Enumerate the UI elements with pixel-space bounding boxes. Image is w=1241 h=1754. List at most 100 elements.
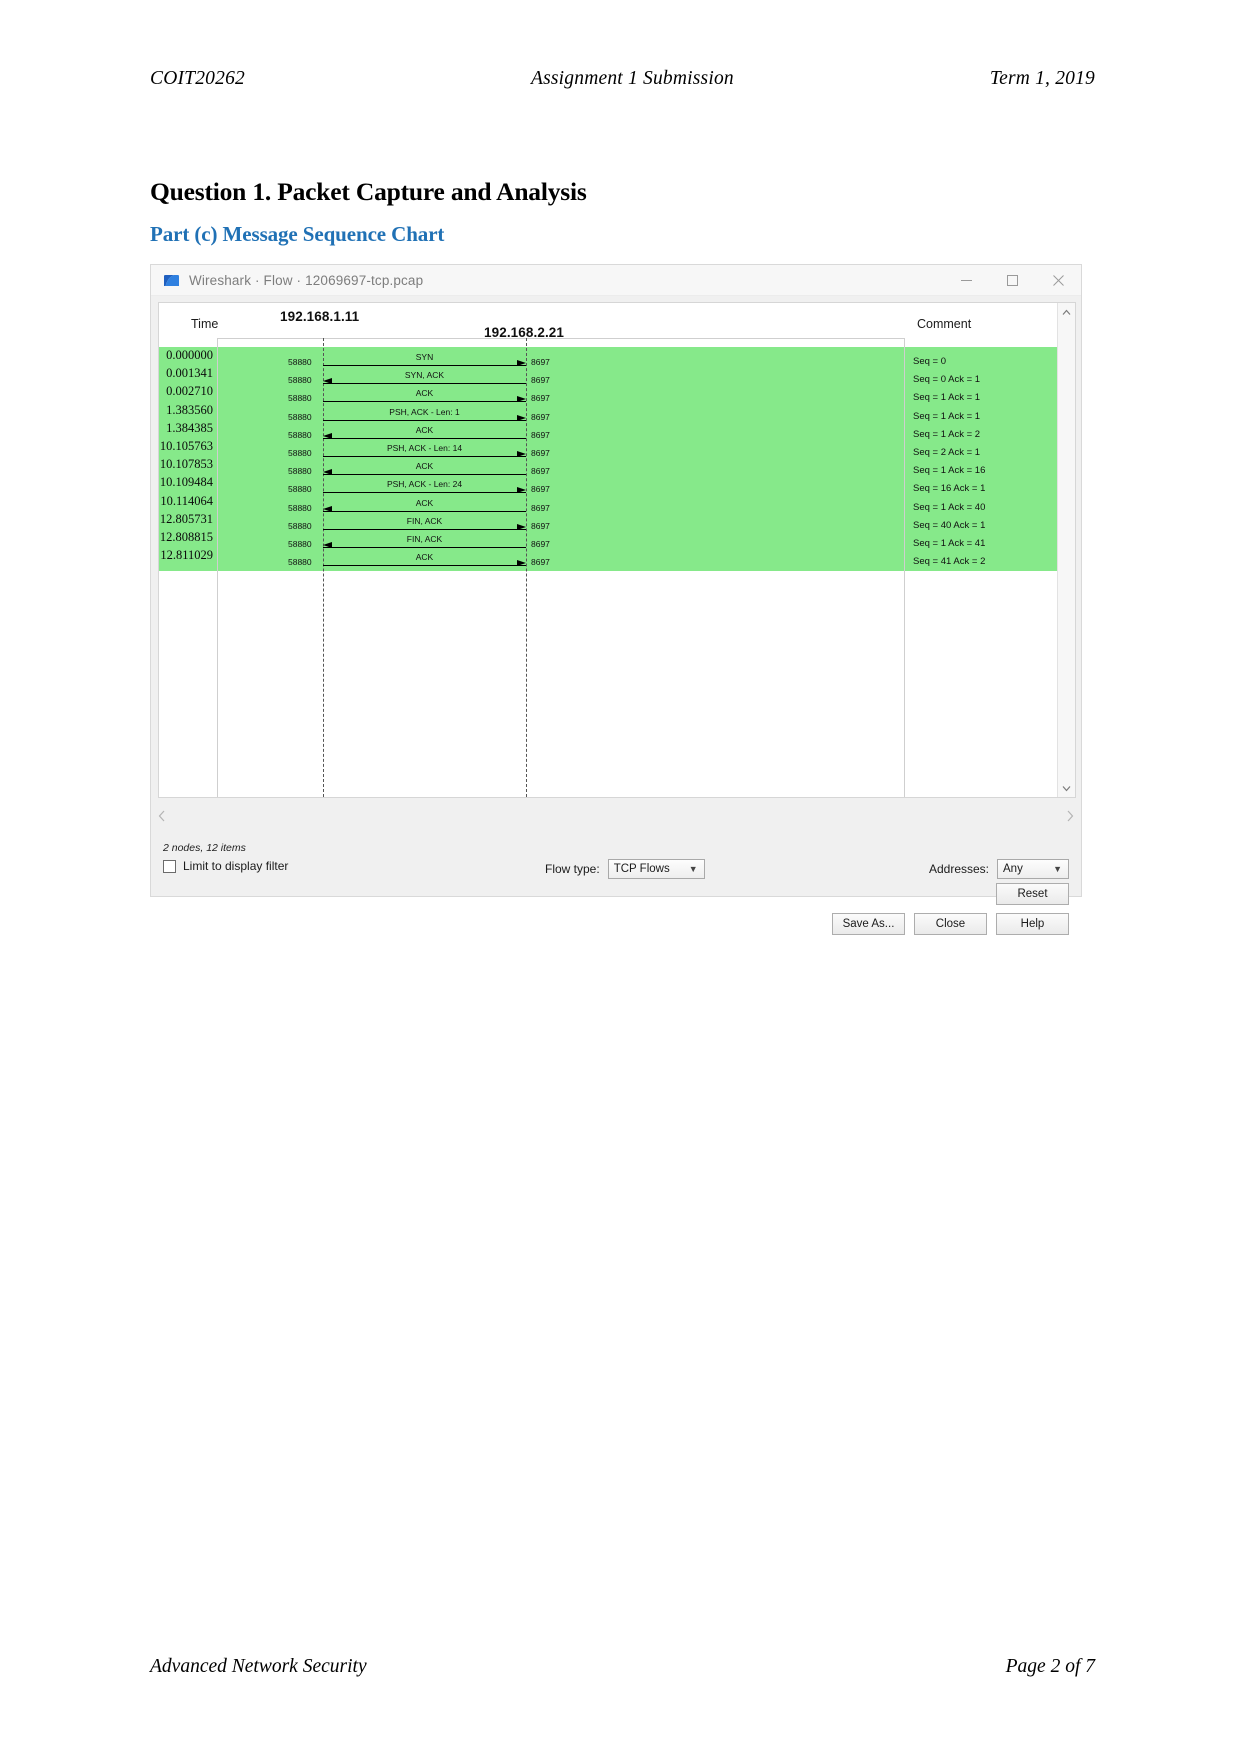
message-arrow-line (323, 401, 526, 403)
message-arrow-line (323, 437, 526, 439)
checkbox-label: Limit to display filter (183, 859, 289, 873)
message-time: 10.114064 (160, 493, 213, 508)
source-port-label: 58880 (288, 393, 312, 404)
message-row[interactable]: 1.384385 58880 8697 ACK Seq = 1 Ack = 2 (159, 421, 1058, 444)
diagram-horizontal-scrollbar[interactable] (158, 807, 1074, 825)
dialog-button-bar: Save As... Close Help (832, 913, 1069, 935)
source-port-label: 58880 (288, 557, 312, 568)
message-label: ACK (415, 552, 434, 563)
destination-port-label: 8697 (531, 411, 550, 422)
message-time: 0.002710 (166, 384, 213, 399)
destination-port-label: 8697 (531, 429, 550, 440)
checkbox-box[interactable] (163, 859, 176, 873)
message-time: 10.109484 (159, 475, 213, 490)
flow-diagram-canvas[interactable]: Time Comment 192.168.1.11 192.168.2.21 0… (159, 303, 1058, 797)
message-comment: Seq = 0 (913, 356, 947, 367)
message-arrow-line (323, 383, 526, 385)
message-label: SYN (415, 352, 434, 362)
close-icon[interactable] (1035, 265, 1081, 296)
close-button[interactable]: Close (914, 913, 987, 935)
message-comment: Seq = 2 Ack = 1 (913, 447, 981, 458)
message-label: PSH, ACK - Len: 14 (386, 443, 463, 453)
footer-unit-name: Advanced Network Security (150, 1656, 367, 1677)
message-comment: Seq = 40 Ack = 1 (913, 519, 986, 531)
help-button[interactable]: Help (996, 913, 1069, 935)
message-time: 12.805731 (159, 511, 213, 526)
window-title: Wireshark · Flow · 12069697-tcp.pcap (189, 272, 424, 288)
message-comment: Seq = 0 Ack = 1 (913, 374, 981, 386)
message-row[interactable]: 10.114064 58880 8697 ACK Seq = 1 Ack = 40 (159, 494, 1058, 517)
message-row[interactable]: 10.107853 58880 8697 ACK Seq = 1 Ack = 16 (159, 457, 1058, 480)
message-comment: Seq = 1 Ack = 41 (913, 538, 986, 549)
message-comment: Seq = 1 Ack = 1 (913, 392, 981, 404)
destination-port-label: 8697 (531, 502, 550, 513)
source-port-label: 58880 (288, 484, 312, 495)
chevron-down-icon: ▼ (688, 863, 698, 874)
document-footer: Advanced Network Security Page 2 of 7 (150, 1656, 1095, 1678)
message-row[interactable]: 10.109484 58880 8697 PSH, ACK - Len: 24 Seq … (159, 475, 1058, 498)
message-row[interactable]: 12.805731 58880 8697 FIN, ACK Seq = 40 Ack =… (159, 512, 1058, 535)
column-header-comment: Comment (917, 317, 972, 331)
source-port-label: 58880 (288, 429, 312, 440)
header-term: Term 1, 2019 (989, 68, 1095, 89)
message-comment: Seq = 1 Ack = 16 (913, 465, 986, 477)
minimize-icon[interactable] (943, 265, 989, 296)
scroll-left-icon[interactable] (158, 810, 166, 822)
destination-port-label: 8697 (531, 539, 550, 549)
message-row[interactable]: 1.383560 58880 8697 PSH, ACK - Len: 1 Seq = … (159, 403, 1058, 426)
flow-type-group: Flow type: TCP Flows ▼ (545, 859, 705, 879)
save-as-button[interactable]: Save As... (832, 913, 905, 935)
flow-type-select[interactable]: TCP Flows ▼ (607, 859, 705, 879)
message-time: 0.001341 (166, 366, 213, 381)
window-titlebar: Wireshark · Flow · 12069697-tcp.pcap (151, 265, 1081, 296)
message-label: ACK (415, 497, 434, 508)
message-label: FIN, ACK (406, 534, 443, 544)
message-label: ACK (415, 424, 434, 435)
scroll-up-icon[interactable] (1058, 303, 1075, 321)
source-port-label: 58880 (288, 466, 312, 477)
node-label-a: 192.168.1.11 (280, 309, 360, 324)
message-row[interactable]: 0.001341 58880 8697 SYN, ACK Seq = 0 Ack = 1 (159, 366, 1058, 389)
message-arrow-line (323, 492, 526, 494)
document-header: COIT20262 Assignment 1 Submission Term 1… (150, 68, 1095, 90)
destination-port-label: 8697 (531, 557, 550, 568)
addresses-select[interactable]: Any ▼ (997, 859, 1069, 879)
maximize-icon[interactable] (989, 265, 1035, 296)
addresses-label: Addresses: (928, 862, 989, 876)
reset-button[interactable]: Reset (996, 883, 1069, 905)
destination-port-label: 8697 (531, 466, 550, 477)
message-comment: Seq = 1 Ack = 2 (913, 428, 981, 440)
source-port-label: 58880 (288, 357, 312, 367)
source-port-label: 58880 (288, 411, 312, 422)
destination-port-label: 8697 (531, 375, 550, 386)
message-arrow-line (323, 474, 526, 476)
header-title: Assignment 1 Submission (530, 68, 734, 89)
scroll-right-icon[interactable] (1066, 810, 1074, 822)
flow-diagram-body: Time Comment 192.168.1.11 192.168.2.21 0… (151, 296, 1081, 803)
flow-type-value: TCP Flows (613, 863, 670, 875)
message-row[interactable]: 12.811029 58880 8697 ACK Seq = 41 Ack = 2 (159, 548, 1058, 571)
header-separator (217, 338, 904, 339)
destination-port-label: 8697 (531, 484, 550, 495)
limit-to-display-filter-checkbox[interactable]: Limit to display filter (163, 859, 288, 873)
message-row[interactable]: 12.808815 58880 8697 FIN, ACK Seq = 1 Ack = … (159, 530, 1058, 553)
diagram-vertical-scrollbar[interactable] (1057, 303, 1075, 797)
message-arrow-line (323, 528, 526, 530)
flow-diagram-frame[interactable]: Time Comment 192.168.1.11 192.168.2.21 0… (158, 302, 1076, 798)
scroll-down-icon[interactable] (1058, 779, 1075, 797)
message-row[interactable]: 10.105763 58880 8697 PSH, ACK - Len: 14 Seq … (159, 439, 1058, 462)
message-row[interactable]: 0.002710 58880 8697 ACK Seq = 1 Ack = 1 (159, 384, 1058, 407)
message-arrow-line (323, 456, 526, 457)
message-time: 12.811029 (160, 548, 213, 563)
message-label: FIN, ACK (406, 515, 443, 526)
message-time: 10.105763 (159, 439, 213, 453)
window-controls (943, 265, 1081, 296)
message-label: PSH, ACK - Len: 24 (386, 479, 463, 490)
message-label: SYN, ACK (404, 370, 445, 381)
destination-port-label: 8697 (531, 520, 550, 531)
source-port-label: 58880 (288, 448, 312, 458)
message-comment: Seq = 41 Ack = 2 (913, 556, 986, 568)
message-row[interactable]: 0.000000 58880 8697 SYN Seq = 0 (159, 348, 1058, 371)
source-port-label: 58880 (288, 502, 312, 513)
column-header-time: Time (191, 317, 219, 331)
